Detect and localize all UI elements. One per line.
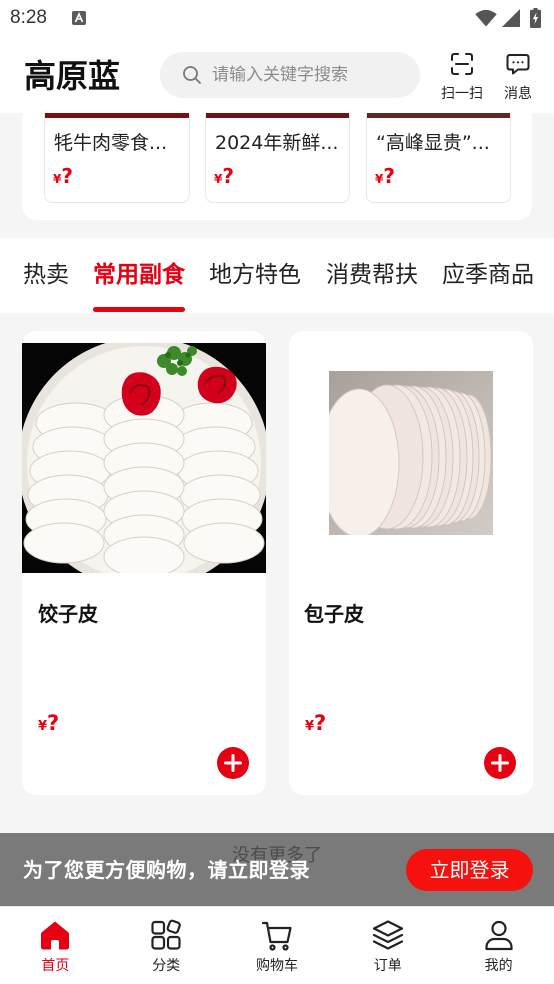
price-currency-symbol: ¥ [38, 719, 48, 734]
product-name: 2024年新鲜... [215, 132, 339, 154]
add-to-cart-plus-icon [217, 747, 249, 779]
nav-item-orders[interactable]: 订单 [332, 907, 443, 984]
add-to-cart-button[interactable] [484, 747, 516, 779]
price-value: ? [222, 164, 234, 188]
status-time: 8:28 [10, 7, 47, 28]
search-bar[interactable] [160, 52, 420, 98]
orders-layers-icon [371, 918, 405, 952]
price-value: ? [47, 711, 60, 735]
category-tabs: 热卖 常用副食 地方特色 消费帮扶 应季商品 [0, 238, 554, 313]
product-image [22, 343, 266, 573]
price-value: ? [61, 164, 73, 188]
tab-hot-sale[interactable]: 热卖 [23, 257, 69, 293]
tab-seasonal-goods[interactable]: 应季商品 [442, 257, 534, 293]
product-image [206, 113, 349, 118]
top-app-bar: 8:28 高原蓝 扫一扫 消息 [0, 0, 554, 113]
product-name: 包子皮 [304, 602, 364, 626]
nav-item-category[interactable]: 分类 [111, 907, 222, 984]
messages-label: 消息 [504, 86, 532, 102]
wifi-icon [475, 9, 497, 27]
battery-charging-icon [530, 8, 541, 28]
product-price: ¥? [375, 164, 395, 191]
home-icon [38, 918, 72, 952]
product-price: ¥? [305, 709, 326, 741]
product-card[interactable]: 包子皮 ¥? [289, 331, 533, 795]
app-title-logo: 高原蓝 [24, 57, 121, 95]
nav-item-cart[interactable]: 购物车 [222, 907, 333, 984]
login-prompt-message: 为了您更方便购物，请立即登录 [23, 858, 310, 882]
product-price: ¥? [214, 164, 234, 191]
featured-product-card[interactable]: 2024年新鲜... ¥? [205, 113, 350, 203]
product-image [45, 113, 189, 118]
nav-label: 分类 [152, 958, 181, 974]
tab-local-specialties[interactable]: 地方特色 [209, 257, 301, 293]
nav-item-profile[interactable]: 我的 [443, 907, 554, 984]
product-name: 饺子皮 [38, 602, 98, 626]
nav-label: 购物车 [255, 958, 298, 974]
featured-product-card[interactable]: 牦牛肉零食... ¥? [44, 113, 190, 203]
featured-products-row: 牦牛肉零食... ¥? 2024年新鲜... ¥? “高峰显贵”... ¥? [22, 113, 532, 220]
product-price: ¥? [38, 709, 59, 741]
user-profile-icon [482, 918, 516, 952]
scan-label: 扫一扫 [441, 86, 483, 102]
nav-label: 我的 [484, 958, 513, 974]
tab-staple-foods[interactable]: 常用副食 [93, 257, 185, 312]
search-input[interactable] [212, 52, 412, 98]
nav-label: 订单 [373, 958, 402, 974]
category-grid-icon [149, 918, 183, 952]
product-card[interactable]: 饺子皮 ¥? [22, 331, 266, 795]
price-currency-symbol: ¥ [305, 719, 315, 734]
a-notification-icon [72, 11, 86, 25]
product-image [367, 113, 510, 118]
add-to-cart-button[interactable] [217, 747, 249, 779]
scan-icon [450, 52, 474, 76]
nav-label: 首页 [41, 958, 70, 974]
price-value: ? [314, 711, 327, 735]
bottom-navigation: 首页 分类 购物车 订单 我的 [0, 906, 554, 984]
tab-consumption-aid[interactable]: 消费帮扶 [326, 257, 418, 293]
product-name: 牦牛肉零食... [54, 132, 168, 154]
scan-button[interactable]: 扫一扫 [434, 50, 490, 106]
login-prompt-banner: 为了您更方便购物，请立即登录 立即登录 [0, 833, 554, 906]
shopping-cart-icon [260, 918, 294, 952]
cellular-signal-icon [502, 9, 520, 27]
featured-product-card[interactable]: “高峰显贵”... ¥? [366, 113, 511, 203]
messages-button[interactable]: 消息 [490, 50, 546, 106]
product-price: ¥? [53, 164, 73, 191]
price-value: ? [383, 164, 395, 188]
nav-item-home[interactable]: 首页 [0, 907, 111, 984]
product-name: “高峰显贵”... [376, 132, 490, 154]
search-icon [182, 65, 202, 85]
message-icon [506, 52, 530, 76]
login-now-button[interactable]: 立即登录 [406, 849, 533, 891]
product-image [329, 371, 493, 535]
add-to-cart-plus-icon [484, 747, 516, 779]
